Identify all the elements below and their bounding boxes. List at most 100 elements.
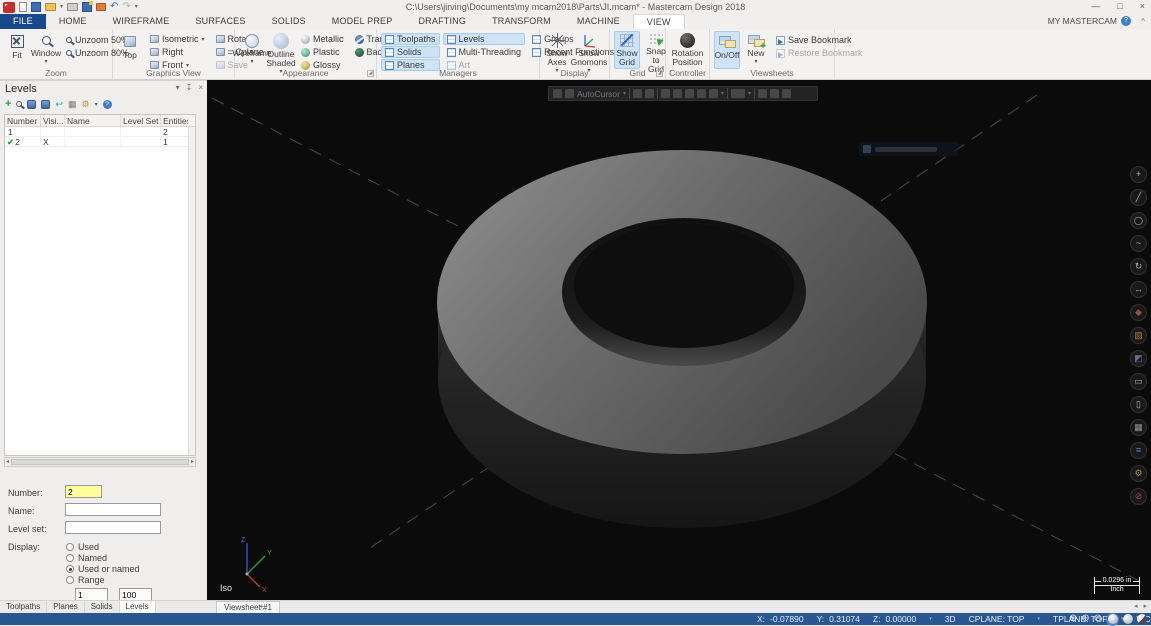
close-button[interactable]: × bbox=[1140, 2, 1145, 11]
disable-icon[interactable]: ⊘ bbox=[1130, 488, 1147, 505]
redo-icon[interactable]: ↷ bbox=[122, 2, 130, 12]
panel-tab-toolpaths[interactable]: Toolpaths bbox=[0, 601, 47, 613]
number-input[interactable] bbox=[65, 485, 102, 498]
settings-gear-icon[interactable]: ⚙ bbox=[82, 100, 90, 109]
grid-dialog-launcher-icon[interactable]: ◢ bbox=[656, 70, 663, 77]
tab-file[interactable]: FILE bbox=[0, 14, 46, 29]
table-header[interactable]: Number Visi... ^ Name Level Set Entities bbox=[5, 115, 195, 127]
panel-tab-planes[interactable]: Planes bbox=[47, 601, 84, 613]
right-view-button[interactable]: Right bbox=[146, 46, 209, 58]
overlay-icon[interactable] bbox=[673, 89, 682, 98]
wireframe-globe-icon[interactable]: ⊕ bbox=[1069, 614, 1077, 624]
horizontal-scrollbar[interactable]: ◂ ▸ bbox=[4, 457, 196, 467]
cplane-selector[interactable]: CPLANE: TOP bbox=[969, 614, 1025, 624]
show-grid-button[interactable]: Show Grid bbox=[614, 31, 640, 69]
open-icon[interactable] bbox=[45, 3, 56, 11]
customize-toolbar-icon[interactable]: ▾ bbox=[135, 4, 138, 10]
overlay-icon[interactable] bbox=[770, 89, 779, 98]
new-file-icon[interactable] bbox=[19, 2, 27, 12]
y-coordinate[interactable]: Y:0.31074 bbox=[817, 614, 860, 624]
caret-icon[interactable]: ▾ bbox=[929, 616, 932, 622]
dimension-icon[interactable]: ↔ bbox=[1130, 281, 1147, 298]
autocursor-overlay-toolbar[interactable]: AutoCursor ▾ ▾ ▾ bbox=[548, 86, 818, 101]
tab-scroll-left-icon[interactable]: ◂ bbox=[1134, 601, 1138, 613]
radio-named[interactable]: Named bbox=[66, 553, 107, 563]
help-icon[interactable]: ? bbox=[1121, 16, 1131, 26]
panel-close-icon[interactable]: × bbox=[198, 84, 203, 92]
tab-model-prep[interactable]: MODEL PREP bbox=[319, 14, 406, 29]
scroll-thumb[interactable] bbox=[11, 459, 189, 465]
hidden-wireframe-globe-icon[interactable]: ⊕ bbox=[1081, 614, 1089, 624]
radio-used-or-named[interactable]: Used or named bbox=[66, 564, 140, 574]
tab-transform[interactable]: TRANSFORM bbox=[479, 14, 564, 29]
my-mastercam[interactable]: MY MASTERCAM ? bbox=[1048, 16, 1131, 26]
panel-help-icon[interactable]: ? bbox=[103, 100, 112, 109]
backside-shade-icon[interactable] bbox=[1137, 614, 1147, 624]
tab-machine[interactable]: MACHINE bbox=[564, 14, 633, 29]
tab-wireframe[interactable]: WIREFRAME bbox=[100, 14, 183, 29]
panel-icon[interactable]: ▯ bbox=[1130, 396, 1147, 413]
overlay-icon[interactable] bbox=[709, 89, 718, 98]
name-input[interactable] bbox=[65, 503, 161, 516]
overlay-icon[interactable] bbox=[697, 89, 706, 98]
viewsheets-onoff-button[interactable]: On/Off bbox=[714, 31, 740, 69]
vertical-scrollbar[interactable] bbox=[188, 127, 195, 455]
overlay-icon[interactable] bbox=[565, 89, 574, 98]
level-column-icon[interactable] bbox=[41, 100, 50, 109]
frame-icon[interactable]: ▭ bbox=[1130, 373, 1147, 390]
radio-used[interactable]: Used bbox=[66, 542, 99, 552]
tab-home[interactable]: HOME bbox=[46, 14, 100, 29]
viewport-canvas[interactable]: Z Y X bbox=[207, 80, 1151, 600]
cube-icon[interactable]: ◩ bbox=[1130, 350, 1147, 367]
undo-icon[interactable]: ↶ bbox=[110, 2, 118, 12]
isometric-button[interactable]: Isometric▾ bbox=[146, 33, 209, 45]
scroll-right-icon[interactable]: ▸ bbox=[191, 459, 194, 465]
x-coordinate[interactable]: X:-0.07890 bbox=[757, 614, 804, 624]
tab-solids[interactable]: SOLIDS bbox=[259, 14, 319, 29]
mode-2d3d-toggle[interactable]: 3D bbox=[945, 614, 956, 624]
solids-manager-button[interactable]: Solids bbox=[381, 46, 440, 58]
top-view-button[interactable]: Top bbox=[117, 31, 143, 69]
rotation-position-button[interactable]: Rotation Position bbox=[670, 31, 705, 69]
overlay-icon[interactable] bbox=[685, 89, 694, 98]
caret-icon[interactable]: ▾ bbox=[1037, 616, 1040, 622]
overlay-icon[interactable] bbox=[661, 89, 670, 98]
tab-drafting[interactable]: DRAFTING bbox=[405, 14, 479, 29]
overlay-icon[interactable] bbox=[782, 89, 791, 98]
levels-manager-button[interactable]: Levels bbox=[443, 33, 526, 45]
add-viewsheet-button[interactable]: + bbox=[254, 601, 269, 613]
panel-pin-icon[interactable]: ↧ bbox=[186, 84, 193, 92]
tab-surfaces[interactable]: SURFACES bbox=[182, 14, 258, 29]
show-gnomons-button[interactable]: Show Gnomons▾ bbox=[573, 31, 605, 69]
scroll-left-icon[interactable]: ◂ bbox=[6, 459, 9, 465]
gear-dropdown-icon[interactable]: ▾ bbox=[95, 101, 98, 108]
add-level-icon[interactable]: + bbox=[5, 99, 11, 110]
analyze-icon[interactable]: ╱ bbox=[1130, 189, 1147, 206]
show-axes-button[interactable]: Show Axes▾ bbox=[544, 31, 570, 69]
search-icon[interactable] bbox=[16, 101, 22, 107]
radio-range[interactable]: Range bbox=[66, 575, 105, 585]
table-row[interactable]: 1 2 bbox=[5, 127, 195, 137]
overlay-icon[interactable] bbox=[553, 89, 562, 98]
fit-button[interactable]: Fit bbox=[4, 31, 30, 69]
layers-icon[interactable]: ≡ bbox=[1130, 442, 1147, 459]
tab-view[interactable]: VIEW bbox=[633, 14, 685, 29]
appearance-dialog-launcher-icon[interactable]: ◢ bbox=[367, 70, 374, 77]
level-column-icon[interactable] bbox=[27, 100, 36, 109]
material-icon[interactable]: ▧ bbox=[1130, 327, 1147, 344]
minimize-button[interactable]: — bbox=[1091, 2, 1100, 11]
restore-icon[interactable]: ↩ bbox=[55, 100, 63, 109]
outline-globe-icon[interactable]: ⊖ bbox=[1094, 614, 1102, 624]
wireframe-button[interactable]: Wireframe▾ bbox=[239, 31, 265, 69]
table-row[interactable]: ✔2 X 1 bbox=[5, 137, 195, 147]
dotted-grid-icon[interactable]: ▦ bbox=[1130, 419, 1147, 436]
new-viewsheet-button[interactable]: + New▾ bbox=[743, 31, 769, 69]
gear-icon[interactable]: ⚙ bbox=[1130, 465, 1147, 482]
overlay-icon[interactable] bbox=[633, 89, 642, 98]
circle-icon[interactable]: ◯ bbox=[1130, 212, 1147, 229]
outline-shaded-button[interactable]: Outline Shaded▾ bbox=[268, 31, 294, 69]
shaded-outline-icon[interactable] bbox=[1123, 614, 1133, 624]
metallic-button[interactable]: Metallic bbox=[297, 33, 348, 45]
ribbon-collapse-icon[interactable]: ^ bbox=[1141, 17, 1145, 26]
window-zoom-button[interactable]: Window▾ bbox=[33, 31, 59, 69]
